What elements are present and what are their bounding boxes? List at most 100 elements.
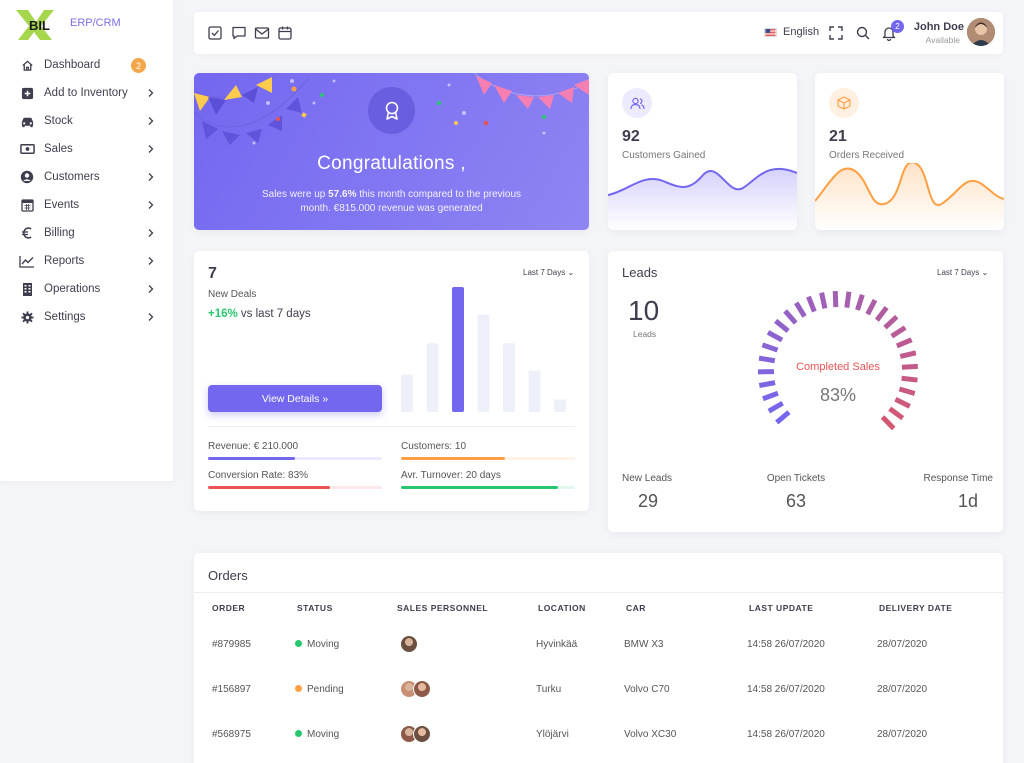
status-dot [295, 640, 302, 647]
column-header-car[interactable]: CAR [626, 603, 646, 613]
column-header-location[interactable]: LOCATION [538, 603, 586, 613]
award-icon [368, 87, 415, 134]
gear-icon [19, 309, 35, 325]
chevron-right-icon [148, 145, 154, 153]
sidebar-item-label: Customers [44, 171, 100, 183]
package-icon [829, 88, 859, 118]
sidebar-item-dashboard[interactable]: Dashboard 2 [0, 51, 173, 79]
deal-bar [554, 399, 566, 412]
gauge-segment [880, 415, 896, 431]
user-name[interactable]: John Doe [912, 21, 964, 33]
deals-period-dropdown[interactable]: Last 7 Days ⌄ [523, 268, 574, 277]
column-header-last-update[interactable]: LAST UPDATE [749, 603, 813, 613]
congratulations-card: Congratulations , Sales were up 57.6% th… [194, 73, 589, 230]
personnel-avatar[interactable] [400, 635, 418, 653]
personnel-avatar[interactable] [413, 725, 431, 743]
congratulations-text: Sales were up 57.6% this month compared … [261, 189, 522, 214]
language-selector[interactable]: English [764, 26, 819, 38]
view-details-button[interactable]: View Details » [208, 385, 382, 412]
sidebar-nav: Dashboard 2 Add to Inventory Stock Sales… [0, 51, 173, 331]
new-deals-growth: +16% vs last 7 days [208, 308, 311, 320]
gauge-segment [832, 290, 839, 308]
gauge-segment [758, 355, 776, 364]
calendar-icon[interactable] [277, 25, 293, 41]
mail-icon[interactable] [254, 25, 270, 41]
metric-label: Avr. Turnover: 20 days [401, 470, 501, 481]
response-time-stat: Response Time 1d [913, 473, 993, 512]
chevron-down-icon: ⌄ [567, 268, 575, 277]
order-id[interactable]: #156897 [212, 684, 251, 695]
euro-icon [19, 225, 35, 241]
deal-bar [401, 374, 413, 412]
personnel-avatar[interactable] [413, 680, 431, 698]
money-icon [19, 141, 35, 157]
leads-value-label: Leads [633, 329, 657, 339]
sidebar-item-sales[interactable]: Sales [0, 135, 173, 163]
gauge-segment [888, 406, 905, 421]
order-id[interactable]: #879985 [212, 639, 251, 650]
chat-icon[interactable] [231, 25, 247, 41]
user-avatar[interactable] [967, 18, 995, 46]
check-square-icon[interactable] [207, 25, 223, 41]
chevron-right-icon [148, 313, 154, 321]
brand-logo[interactable]: BIL [14, 8, 56, 42]
progress-fill [208, 457, 295, 460]
sidebar-item-billing[interactable]: Billing [0, 219, 173, 247]
sidebar-item-label: Stock [44, 115, 73, 127]
plus-square-icon [19, 85, 35, 101]
conversion-progress [208, 486, 382, 489]
leads-card: Leads Last 7 Days ⌄ 10 Leads Completed S… [608, 251, 1003, 532]
gauge-value: 83% [819, 385, 857, 405]
turnover-metric: Avr. Turnover: 20 days [401, 470, 575, 489]
order-location: Ylöjärvi [536, 729, 569, 740]
order-last-update: 14:58 26/07/2020 [747, 684, 825, 695]
deal-bar [477, 314, 490, 412]
orders-title: Orders [208, 568, 248, 583]
gauge-segment [883, 314, 899, 330]
order-delivery-date: 28/07/2020 [877, 729, 928, 740]
brand-subtitle: ERP/CRM [70, 17, 121, 29]
new-leads-value: 29 [637, 491, 659, 511]
sidebar-item-reports[interactable]: Reports [0, 247, 173, 275]
status-dot [295, 685, 302, 692]
revenue-progress [208, 457, 382, 460]
leads-title: Leads [622, 265, 658, 280]
orders-table-card: Orders ORDER STATUS SALES PERSONNEL LOCA… [194, 553, 1003, 763]
column-header-status[interactable]: STATUS [297, 603, 333, 613]
leads-value: 10 [628, 295, 660, 326]
congratulations-title: Congratulations , [317, 153, 466, 174]
gauge-segment [761, 342, 779, 353]
us-flag-icon [764, 27, 777, 37]
column-header-order[interactable]: ORDER [212, 603, 245, 613]
sidebar-item-events[interactable]: Events [0, 191, 173, 219]
order-status: Moving [295, 639, 339, 650]
deals-divider [208, 426, 575, 427]
search-icon[interactable] [855, 25, 871, 41]
sidebar-item-label: Settings [44, 311, 86, 323]
gauge-segment [865, 298, 878, 316]
notification-badge: 2 [891, 20, 904, 33]
deals-bar-chart [401, 287, 566, 412]
sidebar-item-stock[interactable]: Stock [0, 107, 173, 135]
column-header-delivery-date[interactable]: DELIVERY DATE [879, 603, 952, 613]
chevron-right-icon [148, 173, 154, 181]
orders-received-label: Orders Received [829, 150, 905, 161]
logo-text: BIL [29, 18, 50, 33]
car-icon [19, 113, 35, 129]
order-delivery-date: 28/07/2020 [877, 684, 928, 695]
sidebar-item-operations[interactable]: Operations [0, 275, 173, 303]
sidebar-item-add-to-inventory[interactable]: Add to Inventory [0, 79, 173, 107]
fullscreen-icon[interactable] [828, 25, 844, 41]
order-id[interactable]: #568975 [212, 729, 251, 740]
sidebar-item-customers[interactable]: Customers [0, 163, 173, 191]
orders-sparkline [815, 163, 1004, 230]
sidebar-item-settings[interactable]: Settings [0, 303, 173, 331]
building-icon [19, 281, 35, 297]
new-deals-label: New Deals [208, 289, 257, 300]
status-dot [295, 730, 302, 737]
order-car: Volvo XC30 [624, 729, 677, 740]
column-header-sales-personnel[interactable]: SALES PERSONNEL [397, 603, 488, 613]
gauge-segment [899, 350, 917, 359]
chevron-right-icon [148, 201, 154, 209]
leads-period-dropdown[interactable]: Last 7 Days ⌄ [937, 268, 988, 277]
